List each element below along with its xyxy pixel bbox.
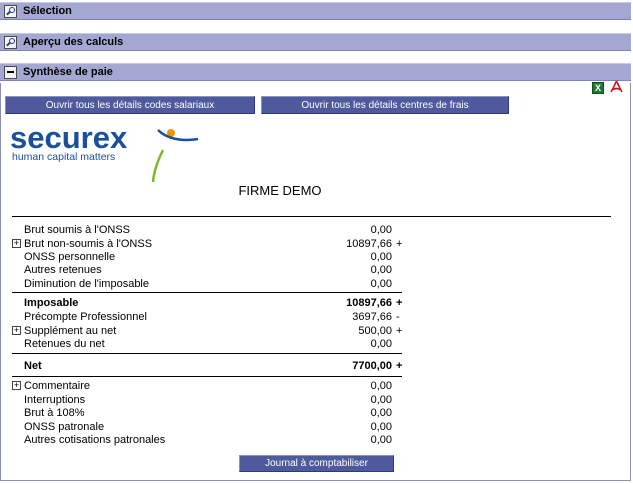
table-row: ONSS personnelle 0,00 [12, 251, 412, 264]
pdf-export-icon[interactable] [610, 80, 623, 95]
row-value: 0,00 [370, 407, 392, 419]
row-sign: + [396, 325, 403, 337]
section-header-synthese[interactable]: Synthèse de paie [0, 63, 631, 81]
row-label: ONSS patronale [24, 421, 105, 433]
row-label: Brut soumis à l'ONSS [24, 224, 131, 236]
row-label: Imposable [24, 297, 79, 309]
table-row: Imposable 10897,66 + [12, 297, 412, 310]
row-label: Retenues du net [24, 338, 105, 350]
row-value: 0,00 [370, 264, 392, 276]
magnifier-icon[interactable] [4, 35, 17, 49]
table-row: + Supplément au net 500,00 + [12, 325, 412, 338]
row-value: 0,00 [370, 278, 392, 290]
table-row: Précompte Professionnel 3697,66- [12, 311, 412, 324]
securex-logo: securex human capital matters [10, 120, 199, 183]
row-value: 0,00 [370, 338, 392, 350]
row-value: 7700,00 [352, 360, 392, 372]
section-title-selection: Sélection [23, 5, 72, 17]
divider-line [12, 376, 402, 377]
table-row: Interruptions 0,00 [12, 394, 412, 407]
row-label: Supplément au net [24, 325, 117, 337]
table-row: Net 7700,00 + [12, 360, 412, 373]
row-label: ONSS personnelle [24, 251, 116, 263]
table-row: + Brut non-soumis à l'ONSS 10897,66 + [12, 238, 412, 251]
section-title-synthese: Synthèse de paie [23, 66, 113, 78]
row-value: 0,00 [370, 380, 392, 392]
table-row: Autres cotisations patronales 0,00 [12, 434, 412, 447]
table-row: Diminution de l'imposable 0,00 [12, 278, 412, 291]
row-value: 0,00 [370, 251, 392, 263]
open-codes-salariaux-button[interactable]: Ouvrir tous les détails codes salariaux [5, 96, 255, 114]
open-centres-frais-button[interactable]: Ouvrir tous les détails centres de frais [261, 96, 509, 114]
table-row: + Commentaire 0,00 [12, 380, 412, 393]
row-value: 10897,66 [346, 297, 392, 309]
row-value: 3697,66 [352, 311, 392, 323]
row-value: 0,00 [370, 421, 392, 433]
table-row: Brut à 108% 0,00 [12, 407, 412, 420]
row-value: 10897,66 [346, 238, 392, 250]
divider-line [12, 353, 402, 354]
row-label: Autres cotisations patronales [24, 434, 166, 446]
table-row: ONSS patronale 0,00 [12, 421, 412, 434]
firm-name: FIRME DEMO [238, 183, 322, 198]
row-label: Net [24, 360, 42, 372]
table-row: Retenues du net 0,00 [12, 338, 412, 351]
magnifier-icon[interactable] [4, 4, 17, 18]
row-label: Brut à 108% [24, 407, 85, 419]
section-header-selection[interactable]: Sélection [0, 2, 631, 20]
row-value: 500,00 [358, 325, 392, 337]
row-label: Autres retenues [24, 264, 102, 276]
row-sign: + [396, 297, 403, 309]
section-title-apercu: Aperçu des calculs [23, 36, 124, 48]
expand-icon[interactable]: + [12, 326, 21, 335]
collapse-icon[interactable] [4, 65, 17, 79]
row-label: Interruptions [24, 394, 86, 406]
table-row: Autres retenues 0,00 [12, 264, 412, 277]
row-sign: - [396, 311, 400, 323]
row-value: 0,00 [370, 394, 392, 406]
row-sign: + [396, 360, 403, 372]
expand-icon[interactable]: + [12, 239, 21, 248]
excel-export-icon[interactable]: X [592, 82, 604, 94]
divider-line [12, 292, 402, 293]
row-sign: + [396, 238, 403, 250]
row-value: 0,00 [370, 434, 392, 446]
expand-icon[interactable]: + [12, 381, 21, 390]
section-header-apercu[interactable]: Aperçu des calculs [0, 33, 631, 51]
row-label: Diminution de l'imposable [24, 278, 149, 290]
logo-tagline: human capital matters [12, 151, 115, 163]
row-value: 0,00 [370, 224, 392, 236]
row-label: Commentaire [24, 380, 91, 392]
divider-line [12, 216, 611, 217]
row-label: Brut non-soumis à l'ONSS [24, 238, 153, 250]
logo-brand: securex [10, 120, 128, 155]
journal-button[interactable]: Journal à comptabiliser [239, 455, 394, 472]
row-label: Précompte Professionnel [24, 311, 147, 323]
table-row: Brut soumis à l'ONSS 0,00 [12, 224, 412, 237]
